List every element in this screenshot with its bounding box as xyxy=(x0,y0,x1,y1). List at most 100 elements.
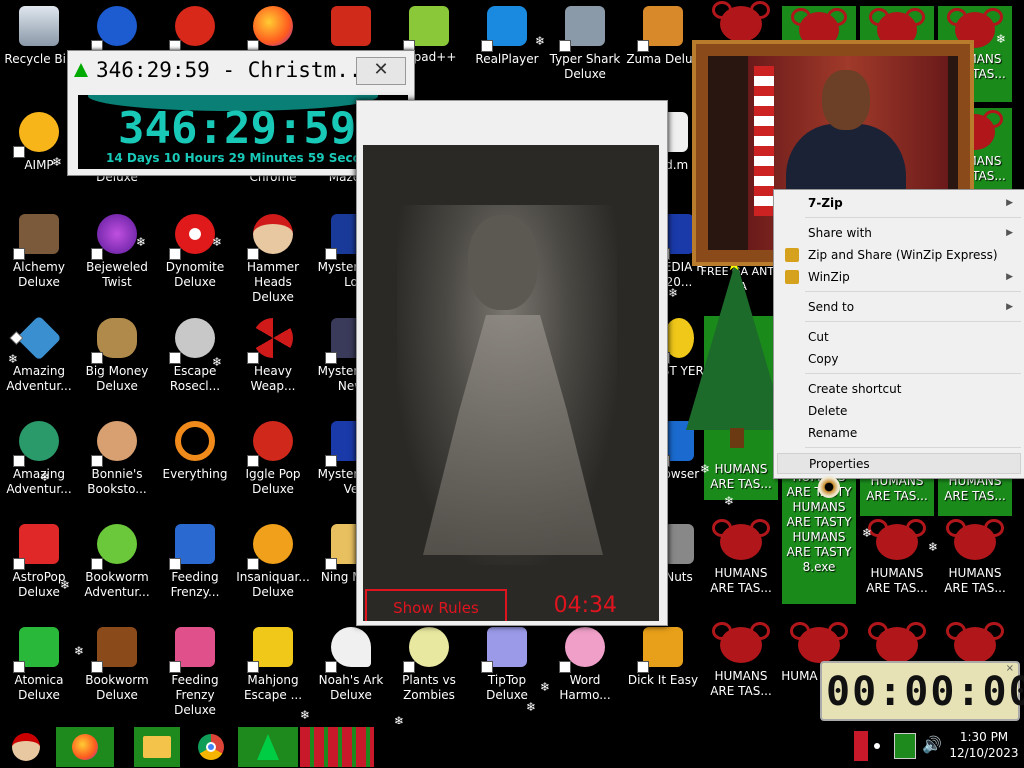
clock-widget[interactable]: 00:00:00 × xyxy=(820,661,1024,721)
desktop-icon-plants-vs-zombies[interactable]: Plants vs Zombies xyxy=(390,627,468,703)
creature-icon xyxy=(169,6,215,52)
menu-item-label: Rename xyxy=(808,426,858,440)
menu-separator xyxy=(805,447,1021,448)
icon-label: Heavy Weap... xyxy=(250,364,296,393)
menu-item-winzip[interactable]: WinZip ▶ xyxy=(777,267,1021,288)
desktop-icon-heavy-weapon[interactable]: Heavy Weap... xyxy=(234,318,312,394)
snowflake-icon: ❄ xyxy=(535,34,546,48)
context-menu[interactable]: 7-Zip ▶ Share with ▶ Zip and Share (WinZ… xyxy=(773,189,1024,479)
desktop-icon-bejeweled-twist[interactable]: Bejeweled Twist xyxy=(78,214,156,290)
snowflake-icon: ❄ xyxy=(52,155,63,169)
taskbar-firefox[interactable] xyxy=(56,727,114,767)
snowflake-icon: ❄ xyxy=(700,462,711,476)
menu-item-send-to[interactable]: Send to ▶ xyxy=(777,297,1021,318)
volume-icon[interactable]: 🔊 xyxy=(922,735,942,754)
network-icon[interactable] xyxy=(894,733,916,759)
nuts-icon xyxy=(664,524,694,564)
menu-item-7zip[interactable]: 7-Zip ▶ xyxy=(777,193,1021,214)
desktop-icon-tiptop-deluxe[interactable]: TipTop Deluxe xyxy=(468,627,546,703)
menu-item-share-with[interactable]: Share with ▶ xyxy=(777,223,1021,244)
tray-app-icon[interactable] xyxy=(854,731,868,761)
snowflake-icon: ❄ xyxy=(668,286,679,300)
close-button[interactable]: ✕ xyxy=(356,57,406,85)
desktop-icon-noahs-ark[interactable]: Noah's Ark Deluxe xyxy=(312,627,390,703)
humans-icon[interactable]: HUMANS ARE TAS... xyxy=(702,519,780,596)
bejeweled-icon xyxy=(91,214,137,260)
desktop-icon-shrine[interactable] xyxy=(312,6,390,52)
close-icon[interactable]: × xyxy=(1006,663,1014,674)
taskbar-open-window[interactable] xyxy=(300,727,374,767)
game-viewport[interactable]: Show Rules 04:34 xyxy=(363,145,659,621)
desktop-icon-word-harmony[interactable]: Word Harmo... xyxy=(546,627,624,703)
mahjong-tile-icon xyxy=(247,627,293,673)
desktop-icon-feeding-frenzy[interactable]: Feeding Frenzy... xyxy=(156,524,234,600)
desktop-icon-2[interactable] xyxy=(78,6,156,52)
gnome-icon xyxy=(247,214,293,260)
desktop-icon-bookworm-deluxe[interactable]: Bookworm Deluxe xyxy=(78,627,156,703)
snowflake-icon: ❄ xyxy=(8,352,19,366)
taskbar-chrome[interactable] xyxy=(190,727,232,767)
menu-item-properties[interactable]: Properties xyxy=(777,453,1021,474)
icon-label: RealPlayer xyxy=(475,52,539,66)
desktop-icon-mahjong-escape[interactable]: Mahjong Escape ... xyxy=(234,627,312,703)
dove-icon xyxy=(325,627,371,673)
icon-label: Mahjong Escape ... xyxy=(243,673,303,702)
desktop-icon-feeding-frenzy-deluxe[interactable]: Feeding Frenzy Deluxe xyxy=(156,627,234,718)
icon-label: 8.exe xyxy=(802,560,836,574)
humans-icon[interactable]: HUMANS ARE TAS... xyxy=(936,519,1014,596)
menu-item-cut[interactable]: Cut xyxy=(777,327,1021,348)
desktop-icon-bonnies-bookstore[interactable]: Bonnie's Booksto... xyxy=(78,421,156,497)
submenu-arrow-icon: ▶ xyxy=(1006,272,1013,282)
flower-icon xyxy=(559,627,605,673)
radiation-icon xyxy=(247,318,293,364)
start-button[interactable] xyxy=(4,727,48,767)
desktop-icon-alchemy-deluxe[interactable]: Alchemy Deluxe xyxy=(0,214,78,290)
menu-item-label: Cut xyxy=(808,330,829,344)
desktop-icon-iggle-pop[interactable]: Iggle Pop Deluxe xyxy=(234,421,312,497)
desktop-icon-big-money-deluxe[interactable]: Big Money Deluxe xyxy=(78,318,156,394)
tree-icon xyxy=(74,63,88,77)
tray-time: 1:30 PM xyxy=(959,730,1009,744)
clock-digits: 00:00:00 xyxy=(826,669,1024,715)
menu-separator xyxy=(805,321,1021,322)
media-icon xyxy=(658,214,694,260)
devil-face-icon xyxy=(868,622,926,663)
desktop-icon-everything[interactable]: Everything xyxy=(156,421,234,482)
icon-label: Zuma Delux xyxy=(626,52,700,66)
menu-item-zip-and-share[interactable]: Zip and Share (WinZip Express) xyxy=(777,245,1021,266)
game-window[interactable]: Show Rules 04:34 xyxy=(356,100,668,626)
desktop-icon-red-creature[interactable] xyxy=(156,6,234,52)
desktop-icon-dick-it-easy[interactable]: Dick It Easy xyxy=(624,627,702,688)
taskbar-file-explorer[interactable] xyxy=(134,727,180,767)
desktop-icon-firefox[interactable] xyxy=(234,6,312,52)
tray-dot-icon[interactable] xyxy=(874,743,880,749)
desktop-icon-dynomite-deluxe[interactable]: Dynomite Deluxe xyxy=(156,214,234,290)
icon-label: Feeding Frenzy... xyxy=(170,570,220,599)
menu-item-create-shortcut[interactable]: Create shortcut xyxy=(777,379,1021,400)
desktop-icon-typer-shark[interactable]: Typer Shark Deluxe xyxy=(546,6,624,82)
icon-label: Escape Rosecl... xyxy=(169,364,221,393)
desktop-icon-atomica-deluxe[interactable]: Atomica Deluxe xyxy=(0,627,78,703)
desktop-icon-bookworm-adventures[interactable]: Bookworm Adventur... xyxy=(78,524,156,600)
show-rules-button[interactable]: Show Rules xyxy=(365,589,507,621)
desktop-icon-zuma-deluxe[interactable]: Zuma Delux xyxy=(624,6,702,67)
menu-item-copy[interactable]: Copy xyxy=(777,349,1021,370)
tray-clock[interactable]: 1:30 PM 12/10/2023 xyxy=(944,729,1024,761)
devil-face-icon xyxy=(712,622,770,663)
desktop-icon-escape-rosecliff[interactable]: Escape Rosecl... xyxy=(156,318,234,394)
snowflake-icon: ❄ xyxy=(40,470,51,484)
taskbar-christmas-countdown[interactable] xyxy=(238,727,298,767)
desktop-icon-insaniquarium[interactable]: Insaniquar... Deluxe xyxy=(234,524,312,600)
desktop-icon-amazing-adventures-2[interactable]: Amazing Adventur... xyxy=(0,421,78,497)
icon-label: Atomica Deluxe xyxy=(14,673,64,702)
humans-icon[interactable]: HUMANS ARE TAS... xyxy=(702,622,780,699)
desktop-icon-hammer-heads[interactable]: Hammer Heads Deluxe xyxy=(234,214,312,305)
santa-icon xyxy=(12,733,40,761)
menu-item-delete[interactable]: Delete xyxy=(777,401,1021,422)
snowflake-icon: ❄ xyxy=(996,32,1007,46)
menu-item-rename[interactable]: Rename xyxy=(777,423,1021,444)
snowflake-icon: ❄ xyxy=(212,235,223,249)
snowflake-icon: ❄ xyxy=(60,578,71,592)
system-tray: 🔊 1:30 PM 12/10/2023 xyxy=(854,727,1024,767)
icon-label: Hammer Heads Deluxe xyxy=(246,260,300,304)
